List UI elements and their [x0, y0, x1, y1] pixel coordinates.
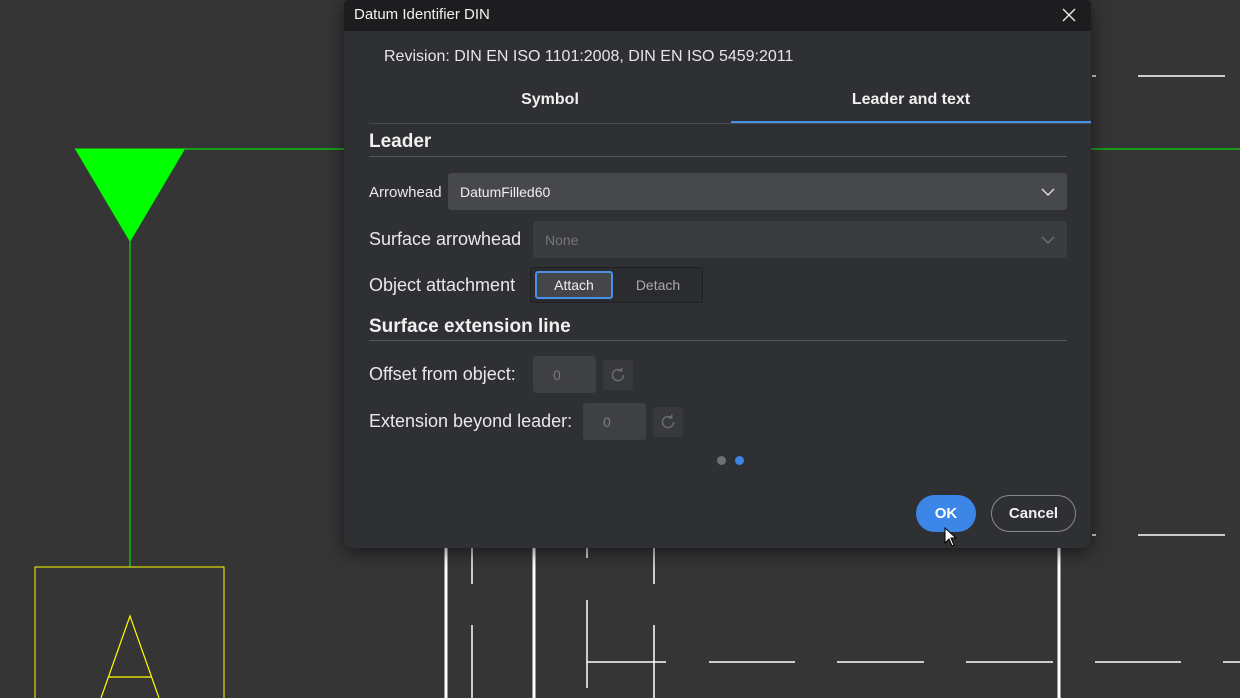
datum-identifier-dialog: Datum Identifier DIN Revision: DIN EN IS…	[344, 0, 1091, 548]
cancel-button[interactable]: Cancel	[991, 495, 1076, 532]
close-button[interactable]	[1047, 0, 1091, 29]
chevron-down-icon	[1041, 236, 1055, 244]
tab-symbol[interactable]: Symbol	[369, 78, 731, 122]
chevron-down-icon	[1041, 188, 1055, 196]
datum-frame[interactable]	[34, 566, 225, 698]
object-attachment-label: Object attachment	[369, 275, 516, 295]
section-divider	[369, 340, 1067, 341]
refresh-icon	[611, 367, 625, 382]
extension-beyond-leader-input[interactable]: 0	[583, 403, 646, 440]
surface-arrowhead-value: None	[545, 231, 579, 248]
offset-from-object-label: Offset from object:	[369, 364, 516, 384]
surface-arrowhead-select[interactable]: None	[533, 221, 1067, 258]
attach-button[interactable]: Attach	[535, 271, 613, 299]
refresh-icon	[661, 414, 675, 429]
tab-leader-and-text[interactable]: Leader and text	[731, 78, 1091, 123]
mouse-cursor-icon	[944, 527, 958, 547]
section-title-leader: Leader	[369, 131, 432, 152]
revision-text: Revision: DIN EN ISO 1101:2008, DIN EN I…	[384, 48, 794, 65]
datum-letter-glyph	[100, 614, 160, 698]
extension-beyond-leader-label: Extension beyond leader:	[369, 411, 573, 431]
dialog-title: Datum Identifier DIN	[354, 6, 490, 23]
arrowhead-select[interactable]: DatumFilled60	[448, 173, 1067, 210]
attachment-toggle-group: Attach Detach	[530, 267, 703, 303]
detach-button[interactable]: Detach	[617, 271, 699, 299]
surface-arrowhead-label: Surface arrowhead	[369, 229, 522, 249]
page-indicator-dot-1[interactable]	[717, 456, 726, 465]
close-icon	[1062, 8, 1076, 21]
tab-bar: Symbol Leader and text	[369, 78, 1091, 124]
offset-from-object-input[interactable]: 0	[533, 356, 596, 393]
extension-reset-button[interactable]	[653, 407, 683, 437]
arrowhead-value: DatumFilled60	[460, 183, 551, 200]
section-title-surface-extension: Surface extension line	[369, 316, 571, 337]
section-divider	[369, 156, 1067, 157]
dialog-titlebar[interactable]: Datum Identifier DIN	[344, 0, 1091, 31]
datum-triangle[interactable]	[75, 149, 185, 242]
offset-reset-button[interactable]	[603, 360, 633, 390]
page-indicator-dot-2[interactable]	[735, 456, 744, 465]
arrowhead-label: Arrowhead	[369, 184, 442, 201]
